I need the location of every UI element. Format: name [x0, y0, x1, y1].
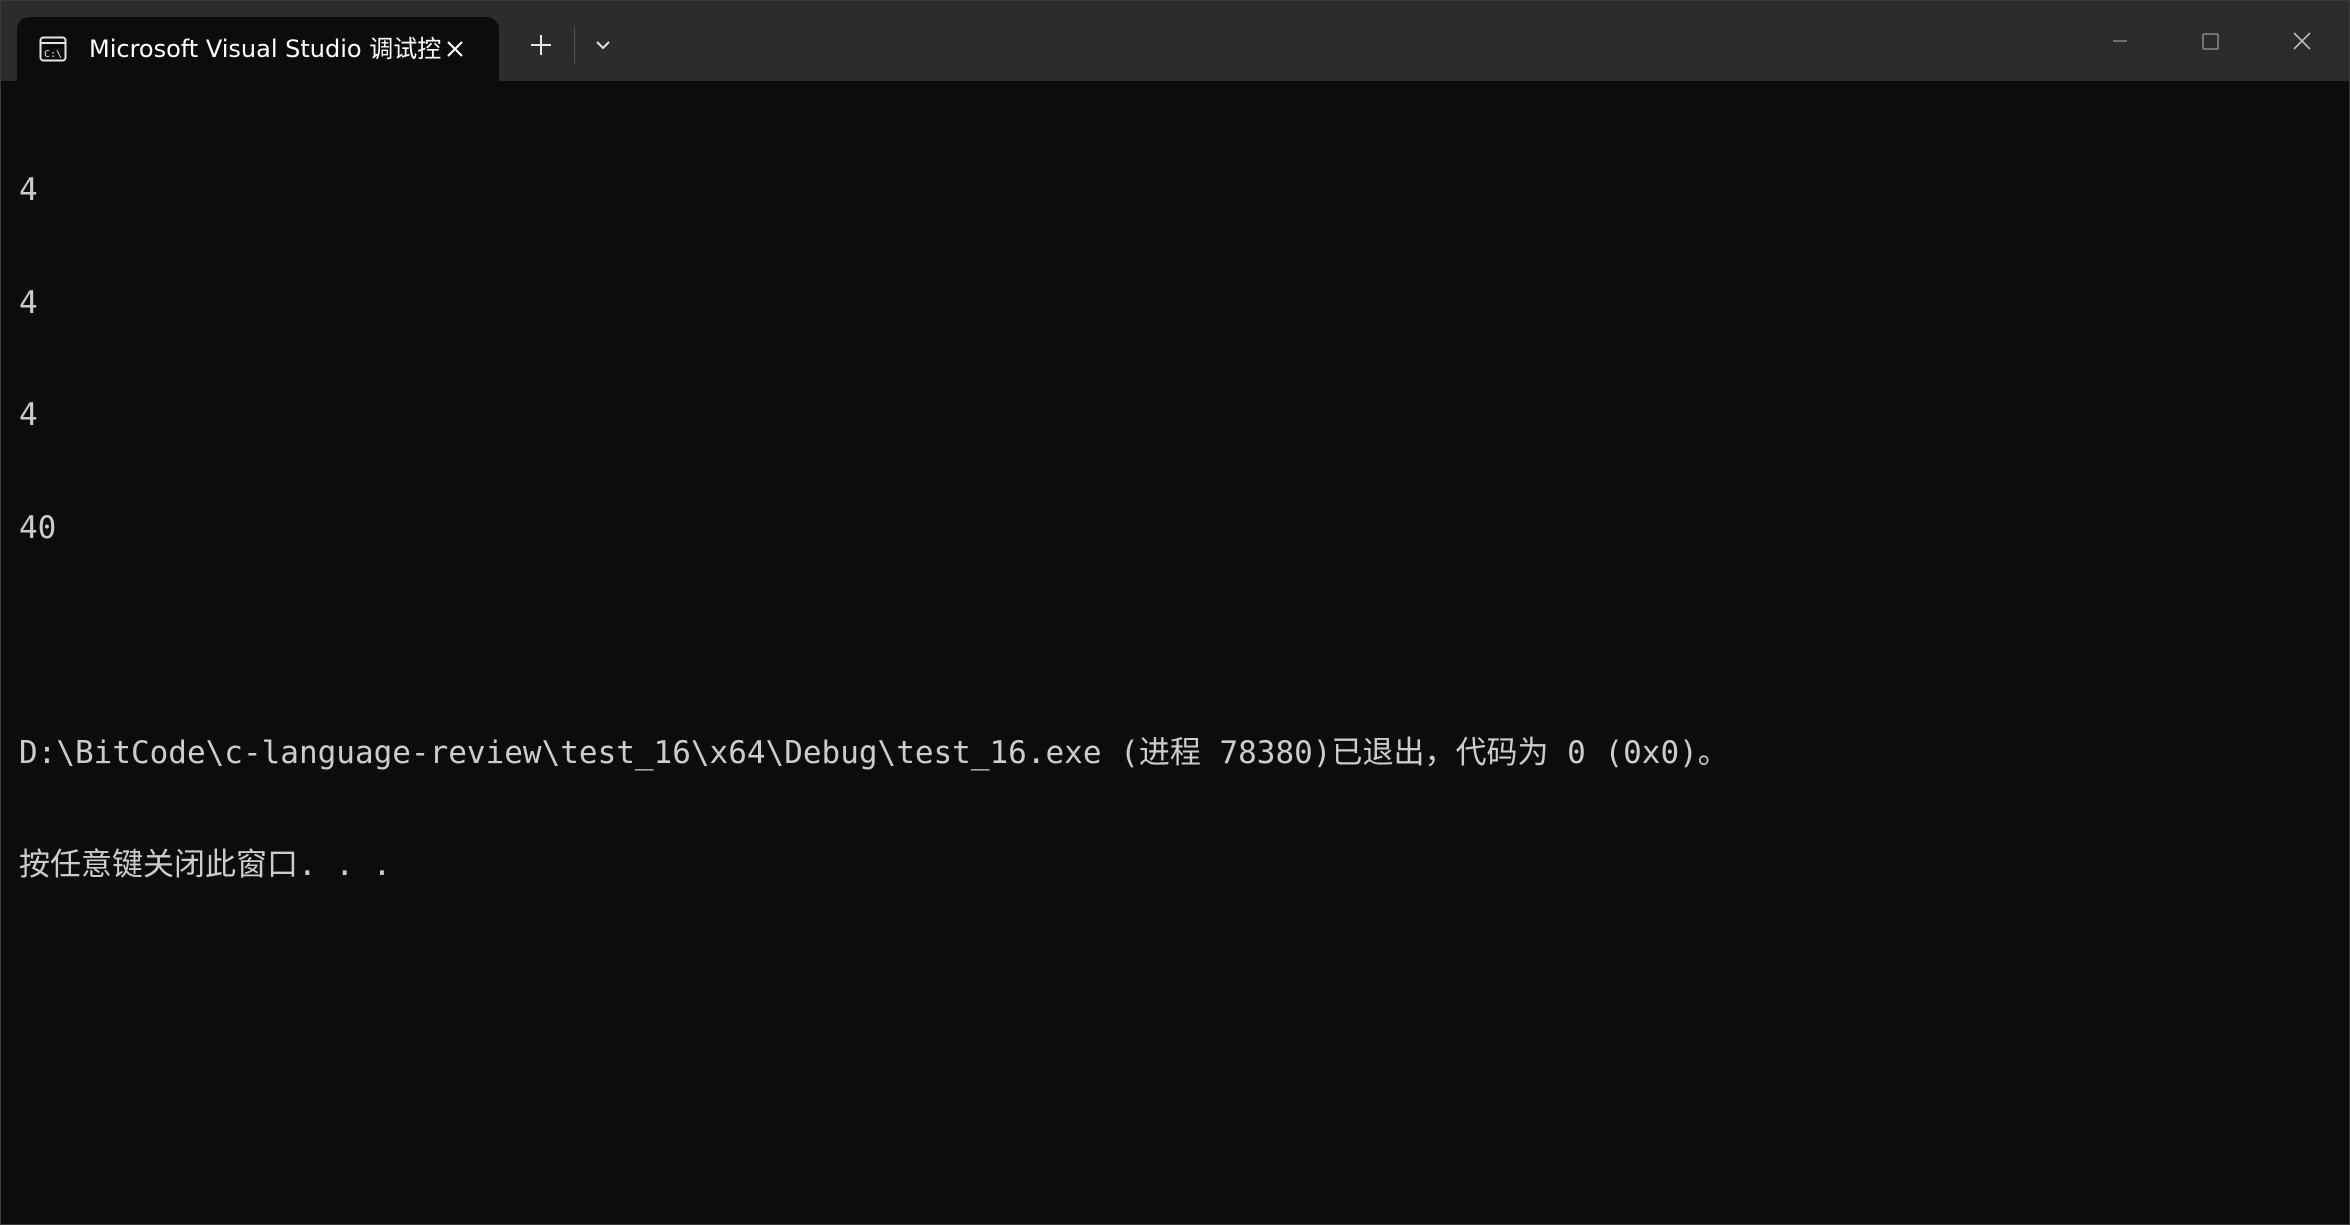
- plus-icon: [531, 35, 551, 55]
- tab-dropdown-button[interactable]: [585, 27, 621, 63]
- console-line: 4: [19, 284, 38, 321]
- terminal-icon: C:\: [39, 36, 67, 62]
- minimize-icon: [2113, 40, 2127, 42]
- console-line: 40: [19, 509, 57, 546]
- console-line: 4: [19, 172, 38, 208]
- maximize-icon: [2202, 33, 2219, 50]
- tab-title: Microsoft Visual Studio 调试控: [89, 35, 442, 63]
- terminal-window: C:\ Microsoft Visual Studio 调试控 4 4 4 40…: [0, 0, 2350, 1225]
- console-exit-message: D:\BitCode\c-language-review\test_16\x64…: [19, 734, 1729, 771]
- console-press-key-prompt: 按任意键关闭此窗口. . .: [19, 847, 392, 883]
- console-output[interactable]: 4 4 4 40 D:\BitCode\c-language-review\te…: [1, 81, 2349, 1224]
- console-line: 4: [19, 397, 38, 433]
- tab-separator: [574, 27, 575, 63]
- svg-text:C:\: C:\: [44, 49, 62, 60]
- tab-close-icon[interactable]: [441, 35, 469, 63]
- maximize-button[interactable]: [2165, 13, 2255, 69]
- close-button[interactable]: [2257, 13, 2347, 69]
- close-icon: [2293, 32, 2311, 50]
- title-bar[interactable]: C:\ Microsoft Visual Studio 调试控: [1, 1, 2349, 81]
- new-tab-button[interactable]: [521, 25, 561, 65]
- minimize-button[interactable]: [2075, 13, 2165, 69]
- chevron-down-icon: [596, 41, 610, 50]
- tab-debug-console[interactable]: C:\ Microsoft Visual Studio 调试控: [17, 17, 499, 81]
